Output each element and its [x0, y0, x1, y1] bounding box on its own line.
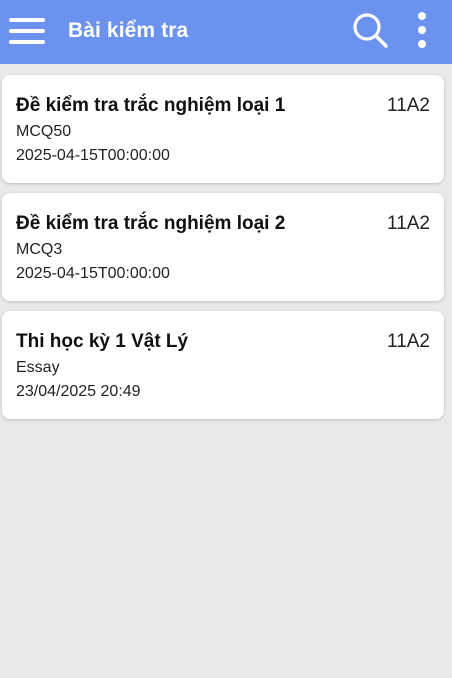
test-date: 2025-04-15T00:00:00	[16, 265, 170, 282]
test-card[interactable]: Đề kiểm tra trắc nghiệm loại 2 11A2 MCQ3…	[2, 193, 444, 301]
menu-button[interactable]	[4, 8, 50, 54]
test-card[interactable]: Thi học kỳ 1 Vật Lý 11A2 Essay 23/04/202…	[2, 311, 444, 419]
search-button[interactable]	[346, 6, 394, 54]
test-title: Đề kiểm tra trắc nghiệm loại 2	[16, 213, 286, 234]
test-card[interactable]: Đề kiểm tra trắc nghiệm loại 1 11A2 MCQ5…	[2, 75, 444, 183]
test-title: Thi học kỳ 1 Vật Lý	[16, 331, 189, 352]
test-date: 23/04/2025 20:49	[16, 383, 141, 400]
page-title: Bài kiểm tra	[68, 19, 189, 42]
test-type: MCQ50	[16, 123, 72, 140]
more-vertical-icon	[418, 12, 426, 48]
search-icon	[353, 13, 388, 48]
hamburger-menu-icon	[9, 18, 45, 44]
test-date: 2025-04-15T00:00:00	[16, 147, 170, 164]
test-class: 11A2	[387, 95, 430, 116]
more-options-button[interactable]	[398, 6, 446, 54]
test-type: MCQ3	[16, 241, 63, 258]
test-class: 11A2	[387, 213, 430, 234]
test-list: Đề kiểm tra trắc nghiệm loại 1 11A2 MCQ5…	[0, 75, 452, 429]
test-title: Đề kiểm tra trắc nghiệm loại 1	[16, 95, 286, 116]
app-bar: Bài kiểm tra	[0, 0, 452, 64]
test-class: 11A2	[387, 331, 430, 352]
test-type: Essay	[16, 359, 60, 376]
